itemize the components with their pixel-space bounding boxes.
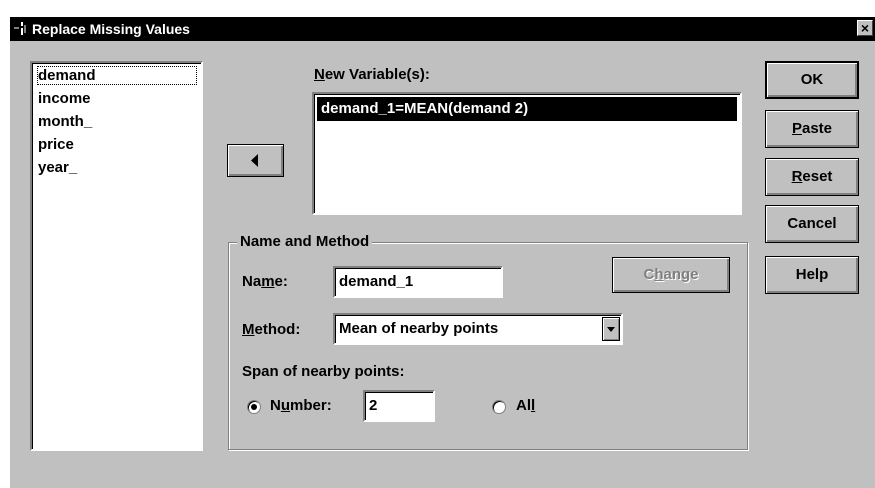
dropdown-button[interactable] [602, 317, 620, 341]
move-variable-button[interactable] [227, 144, 284, 177]
method-select[interactable]: Mean of nearby points [333, 313, 623, 345]
system-menu-icon[interactable] [14, 21, 28, 37]
cancel-button[interactable]: Cancel [765, 205, 859, 243]
list-item[interactable]: income [38, 90, 91, 107]
list-item[interactable]: year_ [38, 159, 77, 176]
number-radio-label: Number: [270, 397, 332, 414]
all-radio[interactable] [492, 400, 506, 414]
name-label: Name: [242, 273, 288, 290]
span-label: Span of nearby points: [242, 363, 405, 380]
dialog-window: Replace Missing Values × demand income m… [0, 0, 875, 488]
window-title: Replace Missing Values [32, 21, 190, 37]
list-item[interactable]: price [38, 136, 74, 153]
title-bar[interactable]: Replace Missing Values × [10, 17, 875, 41]
method-label: Method: [242, 321, 301, 338]
method-selected-value: Mean of nearby points [339, 320, 499, 337]
close-icon[interactable]: × [857, 20, 873, 36]
group-legend: Name and Method [237, 233, 373, 250]
all-radio-label: All [516, 397, 536, 414]
number-radio[interactable] [247, 400, 261, 414]
source-variable-list[interactable]: demand income month_ price year_ [30, 61, 203, 451]
change-button[interactable]: Change [612, 257, 730, 293]
ok-button[interactable]: OK [765, 61, 859, 99]
left-margin [0, 0, 10, 488]
reset-button[interactable]: Reset [765, 158, 859, 196]
left-arrow-icon [251, 154, 258, 167]
list-item-selected[interactable]: demand_1=MEAN(demand 2) [317, 97, 737, 121]
paste-button[interactable]: Paste [765, 110, 859, 148]
name-input[interactable]: demand_1 [333, 266, 503, 298]
number-input[interactable]: 2 [363, 390, 435, 422]
new-variables-list[interactable]: demand_1=MEAN(demand 2) [312, 92, 742, 215]
list-item[interactable]: month_ [38, 113, 92, 130]
new-variables-label: New Variable(s): [314, 66, 430, 83]
chevron-down-icon [607, 327, 615, 332]
help-button[interactable]: Help [765, 256, 859, 294]
list-item[interactable]: demand [37, 66, 197, 85]
top-margin [0, 0, 875, 17]
